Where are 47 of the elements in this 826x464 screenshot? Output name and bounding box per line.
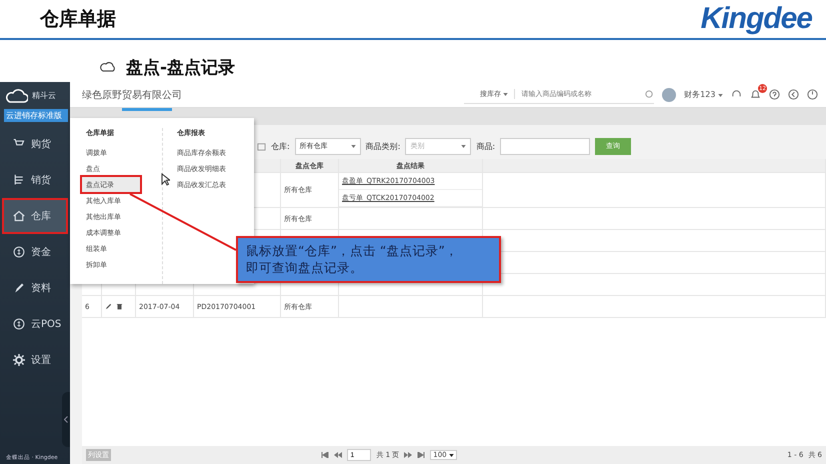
slide-title: 仓库单据 [40, 7, 116, 32]
trash-icon[interactable] [116, 303, 124, 310]
first-page-icon[interactable] [321, 452, 330, 458]
sidebar-item[interactable]: 仓库 [2, 198, 68, 234]
search-icon[interactable] [645, 90, 654, 98]
bell-icon[interactable] [750, 89, 761, 100]
pencil-icon[interactable] [105, 303, 112, 310]
last-page-icon[interactable] [417, 452, 426, 458]
callout-text: 即可查询盘点记录。 [246, 259, 364, 276]
filter-input[interactable] [500, 138, 590, 154]
caret-icon [718, 94, 723, 97]
coin-icon [13, 318, 25, 330]
mouse-cursor-icon [161, 173, 170, 186]
caret-icon [503, 93, 508, 96]
previous-page-icon[interactable] [334, 452, 342, 458]
power-icon[interactable] [807, 89, 818, 100]
help-icon[interactable] [769, 89, 780, 100]
logo: Kingdee [700, 2, 812, 36]
edition-label: 云进销存标准版 [4, 109, 68, 122]
user-menu[interactable]: 财务123 [684, 89, 723, 100]
caret-icon [461, 144, 466, 148]
sidebar-item[interactable]: 云POS [2, 306, 68, 342]
next-page-icon[interactable] [404, 452, 412, 458]
pen-icon [13, 282, 25, 294]
company-name: 绿色原野贸易有限公司 [82, 88, 182, 102]
brand-name: 精斗云 [32, 90, 56, 101]
collapse-handle[interactable] [62, 392, 70, 447]
cloud-logo-icon [6, 88, 28, 102]
filter-label: 仓库: [271, 140, 290, 152]
caret-icon [448, 454, 454, 457]
sidebar-item[interactable]: 资料 [2, 270, 68, 306]
filter-label: 商品类别: [366, 140, 400, 152]
filter-label: 商品: [476, 140, 496, 152]
avatar[interactable] [662, 88, 676, 102]
sidebar-item[interactable]: 设置 [2, 342, 68, 378]
tag-icon [13, 174, 25, 186]
sidebar-item[interactable]: 销货 [2, 162, 68, 198]
house-icon [13, 210, 25, 222]
settings-icon [13, 354, 25, 366]
sidebar-item[interactable]: 资金 [2, 234, 68, 270]
sidebar-item[interactable]: 购货 [2, 126, 68, 162]
back-icon[interactable] [788, 89, 799, 100]
callout-text: 鼠标放置“仓库”，点击 “盘点记录”， [246, 242, 459, 259]
coin-icon [13, 246, 25, 258]
cloud-icon [100, 62, 116, 72]
slide-subtitle: 盘点-盘点记录 [126, 56, 236, 78]
caret-icon [350, 144, 356, 148]
